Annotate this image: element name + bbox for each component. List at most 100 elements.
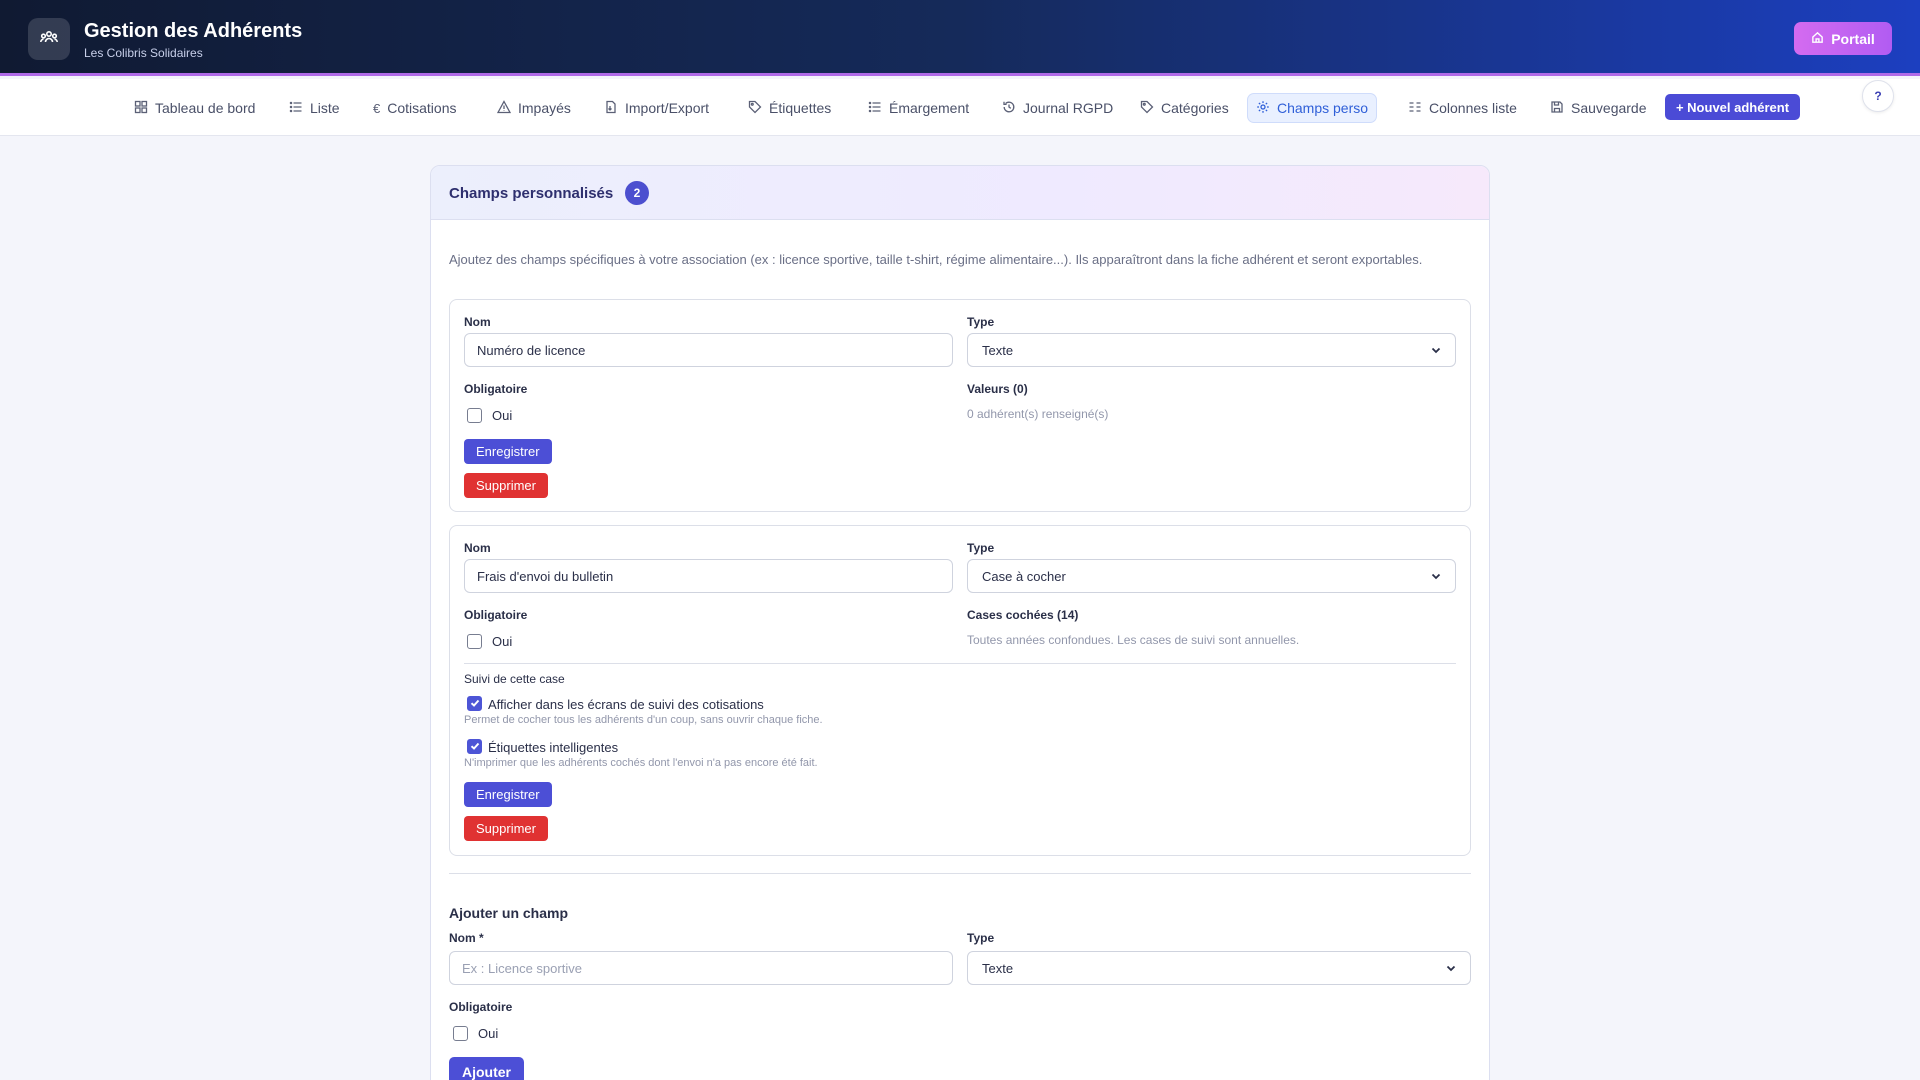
main-nav: Tableau de bord Liste € Cotisations Impa… — [0, 79, 1920, 136]
nav-item-label: Colonnes liste — [1429, 100, 1517, 116]
columns-icon — [1408, 100, 1422, 117]
required-label: Obligatoire — [464, 382, 528, 396]
new-member-button[interactable]: + Nouvel adhérent — [1665, 94, 1800, 120]
name-input[interactable]: Numéro de licence — [464, 333, 953, 367]
new-type-select[interactable]: Texte — [967, 951, 1471, 985]
required-checkbox[interactable] — [467, 634, 482, 649]
file-transfer-icon — [604, 100, 618, 117]
nav-item-label: Sauvegarde — [1571, 100, 1647, 116]
type-select[interactable]: Case à cocher — [967, 559, 1456, 593]
nav-item-tableau-de-bord[interactable]: Tableau de bord — [126, 94, 263, 122]
add-field-button[interactable]: Ajouter — [449, 1057, 524, 1080]
new-required-option-label: Oui — [478, 1026, 499, 1041]
nav-item-label: Tableau de bord — [155, 100, 256, 116]
nav-item-label: Champs perso — [1277, 100, 1369, 116]
tag-icon — [748, 100, 762, 117]
nav-item-categories[interactable]: Catégories — [1132, 94, 1237, 122]
help-button[interactable]: ? — [1862, 80, 1894, 112]
nav-item-label: Émargement — [889, 100, 970, 116]
portal-button[interactable]: Portail — [1794, 22, 1892, 55]
organization-name: Les Colibris Solidaires — [84, 46, 203, 60]
save-button[interactable]: Enregistrer — [464, 439, 552, 464]
nav-item-colonnes-liste[interactable]: Colonnes liste — [1400, 94, 1525, 122]
nav-item-label: Journal RGPD — [1023, 100, 1114, 116]
warning-icon — [496, 99, 512, 117]
nav-item-liste[interactable]: Liste — [281, 94, 348, 122]
new-required-checkbox[interactable] — [453, 1026, 468, 1041]
new-required-label: Obligatoire — [449, 1000, 513, 1014]
new-name-label: Nom * — [449, 931, 484, 945]
checkmark-icon — [470, 695, 480, 713]
tracking-checkbox-suivi[interactable] — [467, 696, 482, 711]
nav-item-label: Import/Export — [625, 100, 710, 116]
required-option-label: Oui — [492, 634, 513, 649]
nav-item-label: Liste — [310, 100, 340, 116]
delete-button[interactable]: Supprimer — [464, 816, 548, 841]
custom-field-card: Nom Frais d'envoi du bulletin Type Case … — [449, 525, 1471, 856]
logo — [28, 18, 70, 60]
list-icon — [868, 100, 882, 117]
nav-item-label: Étiquettes — [769, 100, 832, 116]
save-button[interactable]: Enregistrer — [464, 782, 552, 807]
nav-item-journal-rgpd[interactable]: Journal RGPD — [994, 94, 1121, 122]
nav-item-impayes[interactable]: Impayés — [489, 94, 579, 122]
home-icon — [1811, 31, 1824, 47]
stats-text: 0 adhérent(s) renseigné(s) — [967, 407, 1109, 421]
card-title: Champs personnalisés — [449, 185, 614, 202]
name-input[interactable]: Frais d'envoi du bulletin — [464, 559, 953, 593]
intro-text: Ajoutez des champs spécifiques à votre a… — [449, 252, 1423, 267]
tracking-option-hint: N'imprimer que les adhérents cochés dont… — [464, 757, 818, 769]
gear-icon — [1256, 100, 1270, 117]
type-select[interactable]: Texte — [967, 333, 1456, 367]
tracking-title: Suivi de cette case — [464, 672, 565, 686]
divider — [449, 873, 1471, 874]
type-label: Type — [967, 315, 995, 329]
delete-button[interactable]: Supprimer — [464, 473, 548, 498]
divider — [464, 663, 1456, 664]
stats-text: Toutes années confondues. Les cases de s… — [967, 633, 1300, 647]
checkmark-icon — [470, 738, 480, 756]
new-type-label: Type — [967, 931, 995, 945]
new-name-input[interactable]: Ex : Licence sportive — [449, 951, 953, 985]
nav-item-etiquettes[interactable]: Étiquettes — [740, 94, 839, 122]
app-title: Gestion des Adhérents — [84, 20, 303, 42]
nav-item-champs-perso[interactable]: Champs perso — [1248, 94, 1377, 122]
portal-button-label: Portail — [1831, 30, 1875, 47]
chevron-down-icon — [1431, 569, 1441, 584]
custom-field-card: Nom Numéro de licence Type Texte Obligat… — [449, 299, 1471, 512]
type-label: Type — [967, 541, 995, 555]
dashboard-icon — [134, 100, 148, 117]
nav-item-label: Catégories — [1161, 100, 1229, 116]
required-label: Obligatoire — [464, 608, 528, 622]
type-select-value: Texte — [982, 342, 1014, 358]
required-option-label: Oui — [492, 408, 513, 423]
tag-icon — [1140, 100, 1154, 117]
nav-item-emargement[interactable]: Émargement — [860, 94, 977, 122]
nav-item-cotisations[interactable]: € Cotisations — [365, 94, 465, 122]
chevron-down-icon — [1431, 343, 1441, 358]
people-group-icon — [39, 27, 59, 52]
list-icon — [289, 100, 303, 117]
name-label: Nom — [464, 315, 491, 329]
tracking-option-label: Afficher dans les écrans de suivi des co… — [488, 697, 764, 712]
tracking-option-label: Étiquettes intelligentes — [488, 740, 619, 755]
nav-item-label: Cotisations — [387, 100, 457, 116]
type-select-value: Case à cocher — [982, 568, 1066, 584]
custom-fields-card: Champs personnalisés 2 Ajoutez des champ… — [430, 165, 1490, 1080]
chevron-down-icon — [1446, 961, 1456, 976]
required-checkbox[interactable] — [467, 408, 482, 423]
count-badge: 2 — [625, 181, 649, 205]
stats-title: Cases cochées (14) — [967, 608, 1079, 622]
tracking-option-hint: Permet de cocher tous les adhérents d'un… — [464, 714, 823, 726]
stats-title: Valeurs (0) — [967, 382, 1028, 396]
add-field-title: Ajouter un champ — [449, 905, 569, 921]
tracking-checkbox-etiquettes[interactable] — [467, 739, 482, 754]
nav-item-sauvegarde[interactable]: Sauvegarde — [1542, 94, 1655, 122]
type-select-value: Texte — [982, 960, 1014, 976]
nav-item-import-export[interactable]: Import/Export — [596, 94, 717, 122]
euro-icon: € — [373, 100, 381, 116]
save-icon — [1550, 100, 1564, 117]
card-header: Champs personnalisés 2 — [431, 166, 1489, 220]
nav-item-label: Impayés — [518, 100, 571, 116]
name-label: Nom — [464, 541, 491, 555]
